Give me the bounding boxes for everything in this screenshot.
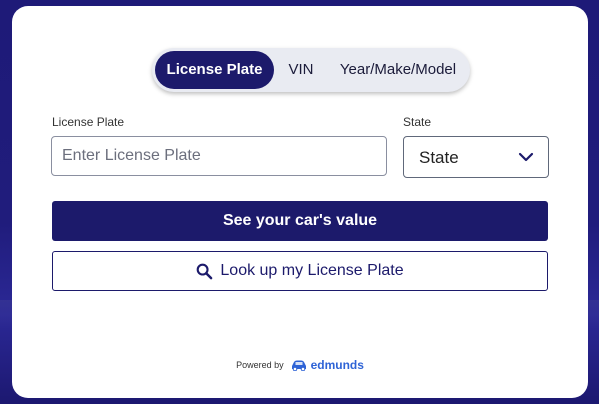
chevron-down-icon <box>518 152 534 162</box>
license-plate-input[interactable] <box>51 136 387 176</box>
tab-vin[interactable]: VIN <box>276 51 326 89</box>
powered-by-text: Powered by <box>236 360 284 370</box>
edmunds-logo[interactable]: edmunds <box>311 358 364 372</box>
look-up-plate-label: Look up my License Plate <box>220 262 404 279</box>
state-select[interactable]: State <box>403 136 549 178</box>
see-car-value-button[interactable]: See your car's value <box>52 201 548 241</box>
car-icon <box>291 360 306 371</box>
look-up-plate-button[interactable]: Look up my License Plate <box>52 251 548 291</box>
search-icon <box>197 263 213 279</box>
lookup-card: License Plate VIN Year/Make/Model Licens… <box>12 6 588 398</box>
tab-year-make-model[interactable]: Year/Make/Model <box>330 51 466 89</box>
tab-group: License Plate VIN Year/Make/Model <box>152 48 470 92</box>
tab-license-plate[interactable]: License Plate <box>155 51 274 89</box>
state-label: State <box>403 115 432 129</box>
state-select-value: State <box>419 148 459 167</box>
license-plate-label: License Plate <box>52 115 125 129</box>
powered-by: Powered by edmunds <box>12 358 588 372</box>
